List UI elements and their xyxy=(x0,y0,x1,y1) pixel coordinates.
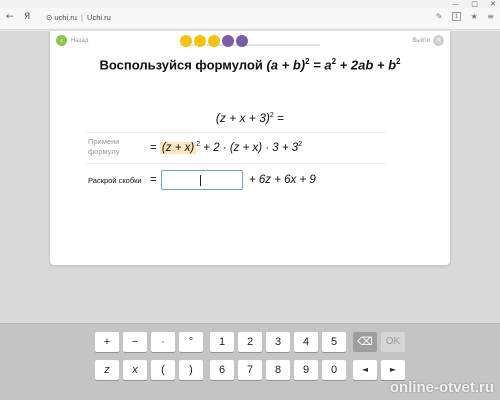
title-text: Воспользуйся формулой xyxy=(99,57,267,73)
key-4[interactable]: 4 xyxy=(294,332,318,352)
math-keyboard: + − · ° 1 2 3 4 5 ⌫ OK z x ( ) 6 7 8 9 0… xyxy=(0,323,500,400)
text-caret xyxy=(200,175,201,186)
divider xyxy=(86,163,386,164)
toolbar-right-icons: ✎ 1 ★ ≡ xyxy=(429,12,494,21)
progress-dot xyxy=(208,35,220,47)
backspace-icon[interactable]: ⌫ xyxy=(353,332,377,352)
close-icon[interactable]: ✕ xyxy=(490,0,496,8)
task-expression: (z + x + 3)2 = xyxy=(50,111,450,125)
maximize-icon[interactable]: □ xyxy=(471,0,478,8)
minimize-icon[interactable]: — xyxy=(452,0,459,8)
key-0[interactable]: 0 xyxy=(322,360,346,380)
title-lhs: (a + b) xyxy=(266,57,306,73)
window-title-strip: — □ ✕ xyxy=(0,0,500,8)
browser-back-icon[interactable]: ← xyxy=(6,12,14,22)
page-content: ‹ Назад Выйти ✕ Воспользуйся формулой (a… xyxy=(0,31,500,323)
key-6[interactable]: 6 xyxy=(210,360,234,380)
key-3[interactable]: 3 xyxy=(266,332,290,352)
apply-rest: + 2 · (z + x) · 3 + 3 xyxy=(200,141,299,154)
apply-exponent: 2 xyxy=(298,141,303,148)
title-exponent: 2 xyxy=(396,57,401,66)
arrow-left-key-icon[interactable]: ◄ xyxy=(353,360,377,380)
exit-icon: ✕ xyxy=(433,35,444,46)
key-z[interactable]: z xyxy=(95,360,119,380)
window-controls: — □ ✕ xyxy=(442,0,496,8)
answer-input[interactable] xyxy=(161,170,243,190)
edit-icon[interactable]: ✎ xyxy=(436,12,443,21)
yandex-logo-icon[interactable]: Я xyxy=(24,12,30,22)
key-9[interactable]: 9 xyxy=(294,360,318,380)
site-info-icon[interactable]: ⊙ xyxy=(46,13,52,22)
address-title: Uchi.ru xyxy=(87,13,111,22)
back-button[interactable]: ‹ Назад xyxy=(56,35,88,46)
expression-equals: = xyxy=(273,111,285,125)
watermark: online-otvet.ru xyxy=(389,379,494,396)
progress-indicator xyxy=(180,34,320,50)
progress-dot xyxy=(222,35,234,47)
key-1[interactable]: 1 xyxy=(210,332,234,352)
lesson-card: ‹ Назад Выйти ✕ Воспользуйся формулой (a… xyxy=(50,31,450,265)
expand-rest: + 6z + 6x + 9 xyxy=(249,174,316,186)
task-title: Воспользуйся формулой (a + b)2 = a2 + 2a… xyxy=(50,57,450,72)
progress-dot xyxy=(180,35,192,47)
exit-button[interactable]: Выйти ✕ xyxy=(412,35,444,46)
browser-toolbar: ← Я ⊙ uchi.ru | Uchi.ru ✎ 1 ★ ≡ xyxy=(0,8,500,30)
browser-menu-icon[interactable]: ≡ xyxy=(487,12,494,21)
arrow-left-icon: ‹ xyxy=(56,35,67,46)
bookmark-star-icon[interactable]: ★ xyxy=(471,12,478,21)
expand-rest-text: + 6z + 6x + 9 xyxy=(249,174,316,186)
title-a: = a xyxy=(309,57,332,73)
extension-icon[interactable]: 1 xyxy=(452,12,462,21)
key-2[interactable]: 2 xyxy=(238,332,262,352)
highlighted-term: (z + x) xyxy=(159,141,197,154)
exit-label: Выйти xyxy=(412,37,430,44)
ok-button[interactable]: OK xyxy=(381,332,405,352)
title-mid: + 2ab + b xyxy=(336,57,397,73)
divider xyxy=(86,132,386,133)
address-host: uchi.ru xyxy=(54,13,77,22)
key-8[interactable]: 8 xyxy=(266,360,290,380)
expression-base: (z + x + 3) xyxy=(215,111,270,125)
expand-brackets-label: Раскрой скобки xyxy=(88,176,142,185)
apply-equals: = xyxy=(150,141,160,154)
key-x[interactable]: x xyxy=(123,360,147,380)
arrow-right-key-icon[interactable]: ► xyxy=(381,360,405,380)
key-close-paren[interactable]: ) xyxy=(179,360,203,380)
back-label: Назад xyxy=(71,37,89,44)
key-open-paren[interactable]: ( xyxy=(151,360,175,380)
progress-dot xyxy=(194,35,206,47)
key-plus[interactable]: + xyxy=(95,332,119,352)
expand-equals: = xyxy=(150,174,157,186)
address-bar[interactable]: ⊙ uchi.ru | Uchi.ru xyxy=(46,13,111,22)
address-separator: | xyxy=(81,13,83,22)
key-multiply[interactable]: · xyxy=(151,332,175,352)
apply-formula-step: = (z + x) 2 + 2 · (z + x) · 3 + 32 xyxy=(150,141,302,154)
key-minus[interactable]: − xyxy=(123,332,147,352)
key-7[interactable]: 7 xyxy=(238,360,262,380)
apply-formula-label: Примени формулу xyxy=(88,137,120,156)
key-5[interactable]: 5 xyxy=(322,332,346,352)
key-degree[interactable]: ° xyxy=(179,332,203,352)
progress-dot xyxy=(236,35,248,47)
